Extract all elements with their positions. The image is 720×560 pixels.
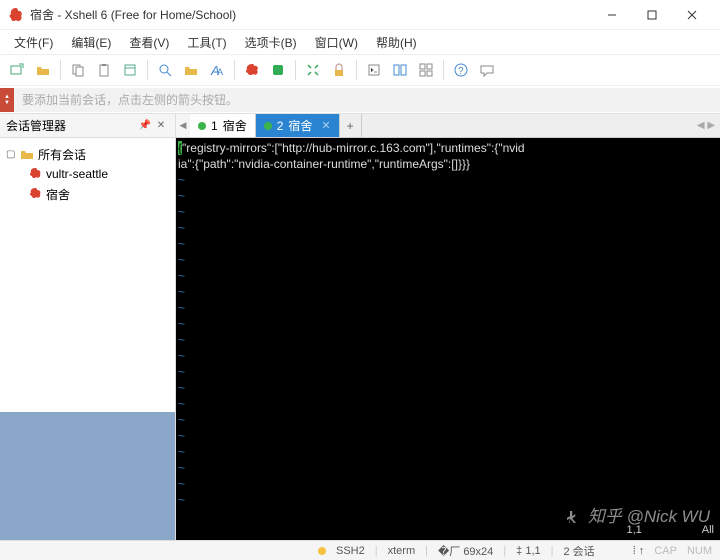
window-title: 宿舍 - Xshell 6 (Free for Home/School) bbox=[30, 6, 592, 23]
new-session-icon[interactable] bbox=[6, 59, 28, 81]
menubar: 文件(F) 编辑(E) 查看(V) 工具(T) 选项卡(B) 窗口(W) 帮助(… bbox=[0, 30, 720, 54]
menu-file[interactable]: 文件(F) bbox=[6, 32, 61, 53]
chat-icon[interactable] bbox=[476, 59, 498, 81]
tree-root-label: 所有会话 bbox=[38, 146, 86, 163]
paste-icon[interactable] bbox=[93, 59, 115, 81]
status-size: 69x24 bbox=[463, 546, 493, 558]
toolbar: AA ? bbox=[0, 54, 720, 86]
scroll-mode: All bbox=[702, 522, 714, 538]
open-folder-icon[interactable] bbox=[32, 59, 54, 81]
new-tab-button[interactable]: + bbox=[340, 114, 362, 137]
terminal-status: 1,1 All bbox=[176, 522, 720, 538]
sidebar-title: 会话管理器 bbox=[6, 117, 66, 134]
menu-view[interactable]: 查看(V) bbox=[121, 32, 177, 53]
tab-index: 1 bbox=[211, 119, 218, 133]
folder-icon[interactable] bbox=[180, 59, 202, 81]
properties-icon[interactable] bbox=[119, 59, 141, 81]
menu-help[interactable]: 帮助(H) bbox=[368, 32, 425, 53]
status-proto: SSH2 bbox=[336, 545, 365, 557]
search-icon[interactable] bbox=[154, 59, 176, 81]
green-box-icon[interactable] bbox=[267, 59, 289, 81]
status-cursor: 1,1 bbox=[525, 545, 540, 557]
grid-icon[interactable] bbox=[415, 59, 437, 81]
tab-label: 宿舍 bbox=[223, 117, 247, 134]
minimize-button[interactable] bbox=[592, 1, 632, 29]
help-icon[interactable]: ? bbox=[450, 59, 472, 81]
address-bar: ▲▼ 要添加当前会话，点击左侧的箭头按钮。 bbox=[0, 86, 720, 114]
expand-icon[interactable] bbox=[302, 59, 324, 81]
tab-bar: ◀ 1 宿舍 2 宿舍 ✕ + ◀ ▶ bbox=[176, 114, 720, 138]
folder-icon bbox=[20, 147, 34, 161]
tab-1[interactable]: 1 宿舍 bbox=[190, 114, 256, 137]
sidebar-preview bbox=[0, 412, 175, 540]
menu-tools[interactable]: 工具(T) bbox=[179, 32, 234, 53]
script-icon[interactable] bbox=[363, 59, 385, 81]
tree-item-1[interactable]: 宿舍 bbox=[4, 184, 171, 204]
status-dot-icon bbox=[264, 122, 272, 130]
tab-2[interactable]: 2 宿舍 ✕ bbox=[256, 114, 340, 137]
svg-text:?: ? bbox=[458, 66, 464, 77]
session-icon bbox=[28, 167, 42, 181]
terminal-line-1: "registry-mirrors":["http://hub-mirror.c… bbox=[182, 141, 525, 155]
tab-label: 宿舍 bbox=[288, 117, 312, 134]
tab-index: 2 bbox=[277, 119, 284, 133]
caret-icon[interactable]: ▢ bbox=[6, 149, 16, 160]
copy-icon[interactable] bbox=[67, 59, 89, 81]
lock-icon[interactable] bbox=[328, 59, 350, 81]
terminal-line-2: ia":{"path":"nvidia-container-runtime","… bbox=[178, 156, 718, 172]
status-sessions: 2 会话 bbox=[564, 543, 595, 559]
address-field[interactable]: 要添加当前会话，点击左侧的箭头按钮。 bbox=[14, 88, 720, 112]
connection-dot-icon bbox=[318, 547, 326, 555]
terminal[interactable]: {"registry-mirrors":["http://hub-mirror.… bbox=[176, 138, 720, 540]
status-bar: SSH2 | xterm | �厂 69x24 | ‡ 1,1 | 2 会话 ⁞… bbox=[0, 540, 720, 560]
app-icon bbox=[8, 7, 24, 23]
status-cap: CAP bbox=[654, 545, 677, 557]
tab-scroll-left-icon[interactable]: ◀ bbox=[176, 114, 190, 137]
session-tree: ▢ 所有会话 vultr-seattle 宿舍 bbox=[0, 138, 175, 210]
maximize-button[interactable] bbox=[632, 1, 672, 29]
swirl-icon[interactable] bbox=[241, 59, 263, 81]
tree-item-label: 宿舍 bbox=[46, 186, 70, 203]
svg-text:A: A bbox=[217, 67, 223, 77]
sidebar-header: 会话管理器 📌 ✕ bbox=[0, 114, 175, 138]
status-dot-icon bbox=[198, 122, 206, 130]
tree-item-0[interactable]: vultr-seattle bbox=[4, 164, 171, 184]
tab-nav-icon[interactable]: ◀ ▶ bbox=[692, 114, 720, 137]
close-button[interactable] bbox=[672, 1, 712, 29]
menu-edit[interactable]: 编辑(E) bbox=[63, 32, 119, 53]
menu-window[interactable]: 窗口(W) bbox=[307, 32, 366, 53]
tree-item-label: vultr-seattle bbox=[46, 167, 108, 181]
address-expand-icon[interactable]: ▲▼ bbox=[0, 88, 14, 112]
tree-root[interactable]: ▢ 所有会话 bbox=[4, 144, 171, 164]
layout-icon[interactable] bbox=[389, 59, 411, 81]
tab-close-icon[interactable]: ✕ bbox=[321, 119, 330, 132]
pin-icon[interactable]: 📌 bbox=[137, 118, 153, 134]
session-icon bbox=[28, 187, 42, 201]
session-sidebar: 会话管理器 📌 ✕ ▢ 所有会话 vultr-seattle 宿舍 bbox=[0, 114, 176, 540]
status-term: xterm bbox=[388, 545, 416, 557]
menu-options[interactable]: 选项卡(B) bbox=[237, 32, 305, 53]
status-num: NUM bbox=[687, 545, 712, 557]
titlebar: 宿舍 - Xshell 6 (Free for Home/School) bbox=[0, 0, 720, 30]
sidebar-close-icon[interactable]: ✕ bbox=[153, 118, 169, 134]
cursor-position: 1,1 bbox=[626, 522, 641, 538]
font-icon[interactable]: AA bbox=[206, 59, 228, 81]
